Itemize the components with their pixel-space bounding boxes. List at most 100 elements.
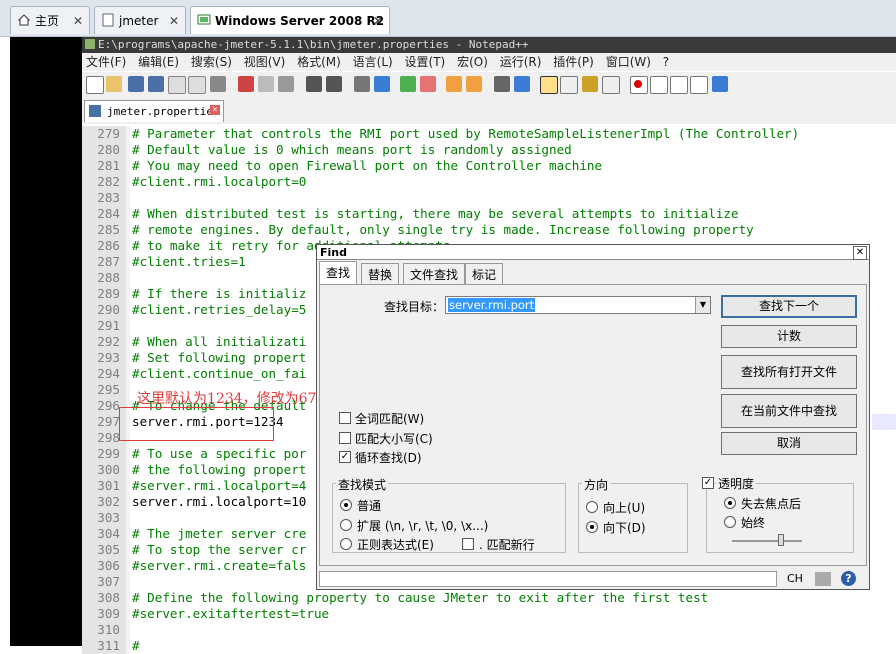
show-all-chars-icon[interactable] [514, 76, 530, 92]
browser-tab-home[interactable]: 主页 ✕ [10, 6, 90, 34]
menu-window[interactable]: 窗口(W) [606, 55, 651, 69]
folder-workspace-icon[interactable] [602, 76, 620, 94]
code-line[interactable]: # remote engines. By default, only singl… [132, 222, 754, 238]
menu-settings[interactable]: 设置(T) [405, 55, 446, 69]
menu-format[interactable]: 格式(M) [297, 55, 341, 69]
print-icon[interactable] [210, 76, 226, 92]
direction-up-radio[interactable] [586, 501, 598, 513]
code-line[interactable]: # Define the following property to cause… [132, 590, 708, 606]
chevron-down-icon[interactable]: ▼ [695, 297, 710, 313]
tab-find[interactable]: 查找 [319, 261, 358, 285]
tab-mark[interactable]: 标记 [465, 263, 504, 285]
on-lose-focus-radio[interactable] [724, 497, 736, 509]
code-line[interactable]: # Set following propert [132, 350, 306, 366]
save-all-icon[interactable] [148, 76, 164, 92]
code-line[interactable]: server.rmi.localport=10 [132, 494, 306, 510]
code-line[interactable]: #server.rmi.create=fals [132, 558, 306, 574]
menu-help[interactable]: ? [663, 55, 669, 69]
new-file-icon[interactable] [86, 76, 104, 94]
match-case-checkbox[interactable] [339, 432, 351, 444]
whole-word-checkbox[interactable] [339, 412, 351, 424]
regex-mode-radio[interactable] [340, 538, 352, 550]
normal-mode-radio[interactable] [340, 499, 352, 511]
close-all-icon[interactable] [188, 76, 206, 94]
find-target-combobox[interactable]: server.rmi.port ▼ [445, 296, 711, 314]
wrap-around-checkbox[interactable]: ✓ [339, 451, 351, 463]
code-line[interactable]: # the following propert [132, 462, 306, 478]
copy-icon[interactable] [258, 76, 274, 92]
close-icon[interactable]: ✕ [373, 7, 383, 34]
browser-tab-jmeter[interactable]: jmeter ✕ [94, 6, 186, 34]
direction-down-radio[interactable] [586, 521, 598, 533]
macro-save-icon[interactable] [712, 76, 728, 92]
undo-icon[interactable] [306, 76, 322, 92]
code-line[interactable]: # When distributed test is starting, the… [132, 206, 739, 222]
menu-run[interactable]: 运行(R) [500, 55, 542, 69]
menu-view[interactable]: 视图(V) [244, 55, 286, 69]
extended-mode-radio[interactable] [340, 519, 352, 531]
find-target-value[interactable]: server.rmi.port [448, 298, 536, 312]
find-icon[interactable] [354, 76, 370, 92]
close-icon[interactable]: ✕ [853, 246, 867, 260]
redo-icon[interactable] [326, 76, 342, 92]
find-all-open-button[interactable]: 查找所有打开文件 [721, 355, 857, 389]
code-line[interactable]: #client.tries=1 [132, 254, 246, 270]
menu-search[interactable]: 搜索(S) [191, 55, 232, 69]
code-line[interactable]: #server.exitaftertest=true [132, 606, 329, 622]
doc-map-icon[interactable] [560, 76, 578, 94]
close-icon[interactable]: × [210, 105, 220, 115]
code-line[interactable]: # If there is initializ [132, 286, 306, 302]
sync-horizontal-icon[interactable] [466, 76, 482, 92]
document-tab[interactable]: jmeter.properties × [84, 100, 224, 122]
menu-edit[interactable]: 编辑(E) [138, 55, 179, 69]
browser-tab-windows-server[interactable]: Windows Server 2008 R2 ... ✕ [190, 6, 390, 34]
paste-icon[interactable] [278, 76, 294, 92]
tab-replace[interactable]: 替换 [361, 263, 400, 285]
keyboard-icon[interactable] [815, 572, 831, 586]
transparency-checkbox[interactable]: ✓ [702, 477, 714, 489]
close-icon[interactable]: ✕ [169, 7, 179, 34]
count-button[interactable]: 计数 [721, 325, 857, 348]
code-line[interactable]: #client.rmi.localport=0 [132, 174, 306, 190]
replace-icon[interactable] [374, 76, 390, 92]
save-icon[interactable] [128, 76, 144, 92]
macro-record-icon[interactable] [630, 76, 648, 94]
code-line[interactable]: # Parameter that controls the RMI port u… [132, 126, 799, 142]
code-line[interactable]: #client.continue_on_fai [132, 366, 306, 382]
dot-newline-checkbox[interactable] [462, 538, 474, 550]
transparency-slider-thumb[interactable] [778, 534, 784, 546]
menu-plugins[interactable]: 插件(P) [553, 55, 594, 69]
code-line[interactable]: # [132, 638, 140, 654]
code-line[interactable]: # The jmeter server cre [132, 526, 306, 542]
find-all-current-button[interactable]: 在当前文件中查找 [721, 394, 857, 428]
zoom-out-icon[interactable] [420, 76, 436, 92]
close-file-icon[interactable] [168, 76, 186, 94]
code-line[interactable]: # When all initializati [132, 334, 306, 350]
macro-stop-icon[interactable] [650, 76, 668, 94]
find-next-button[interactable]: 查找下一个 [721, 295, 857, 318]
code-line[interactable]: #server.rmi.localport=4 [132, 478, 306, 494]
menu-language[interactable]: 语言(L) [353, 55, 393, 69]
code-line[interactable]: # To use a specific por [132, 446, 306, 462]
code-line[interactable]: #client.retries_delay=5 [132, 302, 306, 318]
menu-macro[interactable]: 宏(O) [457, 55, 488, 69]
indent-guide-icon[interactable] [540, 76, 558, 94]
close-icon[interactable]: ✕ [73, 7, 83, 34]
open-file-icon[interactable] [106, 76, 122, 92]
code-line[interactable]: # You may need to open Firewall port on … [132, 158, 602, 174]
code-line[interactable]: # Default value is 0 which means port is… [132, 142, 572, 158]
zoom-in-icon[interactable] [400, 76, 416, 92]
macro-play-icon[interactable] [670, 76, 688, 94]
function-list-icon[interactable] [582, 76, 598, 92]
code-line[interactable]: # To stop the server cr [132, 542, 306, 558]
transparency-slider-track[interactable] [732, 540, 802, 542]
word-wrap-icon[interactable] [494, 76, 510, 92]
macro-run-multiple-icon[interactable] [690, 76, 708, 94]
tab-find-in-files[interactable]: 文件查找 [403, 263, 466, 285]
help-icon[interactable]: ? [841, 571, 856, 586]
always-radio[interactable] [724, 516, 736, 528]
sync-vertical-icon[interactable] [446, 76, 462, 92]
cut-icon[interactable] [238, 76, 254, 92]
cancel-button[interactable]: 取消 [721, 432, 857, 455]
menu-file[interactable]: 文件(F) [86, 55, 126, 69]
